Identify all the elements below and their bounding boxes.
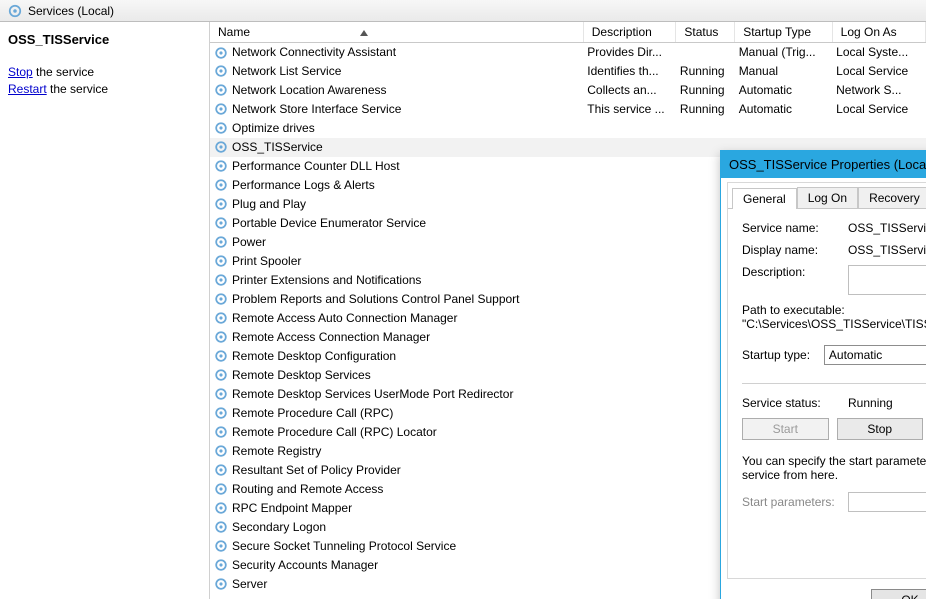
label-start-parameters: Start parameters: [742,495,848,509]
table-row[interactable]: Network Connectivity AssistantProvides D… [210,43,926,62]
separator [742,383,926,384]
label-display-name: Display name: [742,243,848,257]
startup-type-value: Automatic [829,348,882,362]
value-path: "C:\Services\OSS_TISService\TISService.e… [742,317,926,331]
tab-recovery[interactable]: Recovery [858,187,926,208]
col-status[interactable]: Status [676,22,735,43]
stop-suffix: the service [33,65,94,79]
selected-service-title: OSS_TISService [8,32,201,47]
value-display-name: OSS_TISService [848,243,926,257]
services-list-pane: Name Description Status Startup Type Log… [210,22,926,599]
header-title: Services (Local) [28,4,114,18]
value-service-status: Running [848,396,926,410]
restart-service-link[interactable]: Restart [8,82,47,96]
start-parameters-input[interactable] [848,492,926,512]
dialog-tabs: General Log On Recovery Dependencies [728,183,926,209]
col-log-on-as[interactable]: Log On As [832,22,925,43]
label-service-name: Service name: [742,221,848,235]
service-properties-dialog: OSS_TISService Properties (Local Compute… [720,150,926,599]
sort-asc-icon [360,30,368,36]
dialog-titlebar[interactable]: OSS_TISService Properties (Local Compute… [721,151,926,177]
col-description[interactable]: Description [583,22,676,43]
col-startup-type[interactable]: Startup Type [735,22,832,43]
ok-button[interactable]: OK [871,589,926,599]
startup-type-select[interactable]: Automatic [824,345,926,365]
start-params-help: You can specify the start parameters tha… [742,454,926,482]
col-name[interactable]: Name [210,22,583,43]
restart-suffix: the service [47,82,108,96]
start-button: Start [742,418,829,440]
table-row[interactable]: Optimize drives [210,119,926,138]
value-service-name: OSS_TISService [848,221,926,235]
services-header: Services (Local) [0,0,926,22]
description-input[interactable]: ˄˅ [848,265,926,295]
label-path: Path to executable: [742,303,926,317]
dialog-title: OSS_TISService Properties (Local Compute… [729,157,926,172]
services-icon [8,4,22,18]
stop-button[interactable]: Stop [837,418,924,440]
table-row[interactable]: Network Store Interface ServiceThis serv… [210,100,926,119]
table-row[interactable]: Network List ServiceIdentifies th...Runn… [210,62,926,81]
tab-general[interactable]: General [732,188,797,209]
label-startup-type: Startup type: [742,348,824,362]
table-row[interactable]: Network Location AwarenessCollects an...… [210,81,926,100]
left-pane: OSS_TISService Stop the service Restart … [0,22,210,599]
label-service-status: Service status: [742,396,848,410]
tab-log-on[interactable]: Log On [797,187,858,208]
stop-service-link[interactable]: Stop [8,65,33,79]
label-description: Description: [742,265,848,279]
tab-body-general: Service name: OSS_TISService Display nam… [728,209,926,526]
